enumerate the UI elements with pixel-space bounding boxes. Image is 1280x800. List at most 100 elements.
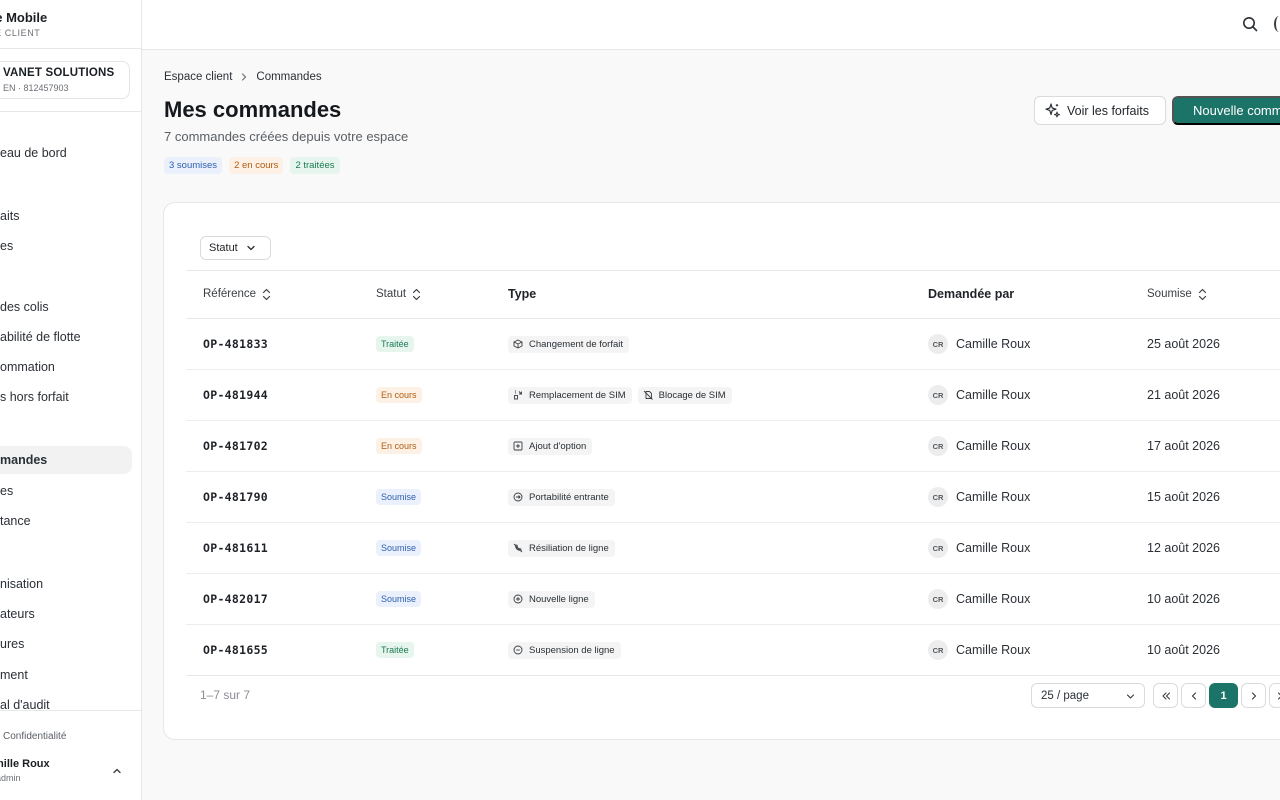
order-type-tag: Remplacement de SIM [508,386,632,404]
column-header-status[interactable]: Statut [376,271,421,318]
previous-page-button[interactable] [1181,683,1206,708]
order-type-label: Changement de forfait [529,338,624,350]
requester-name: Camille Roux [956,541,1031,555]
sidebar-item-users[interactable]: ateurs [0,600,132,628]
status-badge: En cours [376,387,422,403]
sidebar-item-organization[interactable]: nisation [0,570,132,598]
order-reference[interactable]: OP-481611 [203,541,268,555]
chevron-right-icon [1251,691,1256,700]
sidebar-item-dashboard[interactable]: eau de bord [0,139,132,167]
column-header-submitted[interactable]: Soumise [1147,271,1207,318]
avatar: CR [928,385,948,405]
sim-block-icon [643,390,653,400]
sidebar-item-label: s hors forfait [0,390,69,404]
column-header-reference[interactable]: Référence [203,271,271,318]
in-progress-count-badge: 2 en cours [229,157,284,174]
status-badge: Soumise [376,591,422,607]
chevron-up-icon[interactable] [111,765,123,777]
order-reference[interactable]: OP-481655 [203,643,268,657]
sidebar-item-overage[interactable]: s hors forfait [0,383,132,411]
order-reference[interactable]: OP-481833 [203,337,268,351]
status-filter-label: Statut [209,242,238,254]
new-order-button[interactable]: Nouvelle commande [1172,96,1280,125]
page-size-value: 25 / page [1041,689,1089,702]
requester-name: Camille Roux [956,643,1031,657]
table-row[interactable]: OP-481702 En cours Ajout d'option CR Cami… [186,421,1280,472]
sidebar-item-plans[interactable]: aits [0,202,132,230]
table-row[interactable]: OP-481944 En cours Remplacement de SIM B… [186,370,1280,421]
privacy-link[interactable]: Confidentialité [3,731,66,742]
page-title: Mes commandes [164,97,342,122]
sparkles-icon [1045,103,1060,118]
sidebar-item-payment[interactable]: ment [0,661,132,689]
sidebar-item-label: mandes [0,453,48,467]
order-type-label: Blocage de SIM [658,389,726,401]
divider [0,710,141,711]
processed-count-badge: 2 traitées [290,157,340,174]
pagination-range: 1–7 sur 7 [200,688,251,702]
sim-swap-icon [514,390,522,400]
next-page-button[interactable] [1241,683,1266,708]
table-header: Référence Statut Type Demandée par Soumi… [186,270,1280,319]
avatar: CR [928,334,948,354]
pause-circle-icon [513,645,523,655]
plus-square-icon [513,441,523,451]
search-icon[interactable] [1240,14,1260,34]
sidebar-item-assistance[interactable]: tance [0,507,132,535]
orders-card: Statut Référence Statut Type Demandée pa… [163,202,1280,740]
order-reference[interactable]: OP-481702 [203,439,268,453]
sidebar-item-fleet-visibility[interactable]: abilité de flotte [0,323,132,351]
table-row[interactable]: OP-481611 Soumise Résiliation de ligne C… [186,523,1280,574]
sidebar-item-label: aits [0,209,20,223]
page-1-button[interactable]: 1 [1209,683,1238,708]
submitted-date: 10 août 2026 [1147,643,1220,657]
table-row[interactable]: OP-481833 Traitée Changement de forfait … [186,319,1280,370]
status-filter[interactable]: Statut [200,236,271,260]
page-size-select[interactable]: 25 / page [1031,683,1145,708]
sort-icon[interactable] [412,288,421,301]
column-header-label: Soumise [1147,288,1192,300]
sort-icon[interactable] [262,288,271,301]
chevron-down-icon [1126,694,1135,699]
table-row[interactable]: OP-481790 Soumise Portabilité entrante C… [186,472,1280,523]
organization-switcher[interactable]: VANET SOLUTIONS EN · 812457903 [0,61,130,99]
status-badge: En cours [376,438,422,454]
order-type-label: Portabilité entrante [529,491,609,503]
breadcrumb-root[interactable]: Espace client [164,71,232,83]
order-reference[interactable]: OP-481790 [203,490,268,504]
sidebar-item-label: ommation [0,360,55,374]
first-page-button[interactable] [1153,683,1178,708]
view-plans-button[interactable]: Voir les forfaits [1034,96,1166,125]
user-role: admin [0,773,21,783]
sidebar-item-invoices[interactable]: es [0,477,132,505]
order-type-tag: Portabilité entrante [508,488,615,506]
table-row[interactable]: OP-481655 Traitée Suspension de ligne CR… [186,625,1280,676]
sidebar-item-structures[interactable]: ures [0,630,132,658]
order-reference[interactable]: OP-482017 [203,592,268,606]
sidebar-item-parcels[interactable]: des colis [0,293,132,321]
submitted-count-badge: 3 soumises [164,157,223,174]
sidebar-item-audit-log[interactable]: al d'audit [0,691,132,719]
sort-icon[interactable] [1198,288,1207,301]
order-type-label: Résiliation de ligne [529,542,609,554]
page-subtitle: 7 commandes créées depuis votre espace [164,129,409,144]
sidebar-item-orders[interactable]: mandes [0,446,132,474]
help-icon[interactable] [1274,16,1280,32]
order-type-tag: Suspension de ligne [508,641,621,659]
sidebar-item-label: nisation [0,577,44,591]
sidebar-item-consumption[interactable]: ommation [0,353,132,381]
sidebar-item-label: ment [0,668,28,682]
order-reference[interactable]: OP-481944 [203,388,268,402]
top-bar [142,0,1280,50]
requester-name: Camille Roux [956,592,1031,606]
sidebar-item-lines[interactable]: es [0,232,132,260]
column-header-label: Référence [203,288,257,300]
organization-siren: EN · 812457903 [3,83,69,93]
new-order-label: Nouvelle commande [1193,103,1280,118]
sidebar-item-label: al d'audit [0,698,50,712]
chevrons-left-icon [1161,691,1170,700]
avatar: CR [928,538,948,558]
last-page-button[interactable] [1269,683,1280,708]
requester-name: Camille Roux [956,337,1031,351]
table-row[interactable]: OP-482017 Soumise Nouvelle ligne CR Camil… [186,574,1280,625]
